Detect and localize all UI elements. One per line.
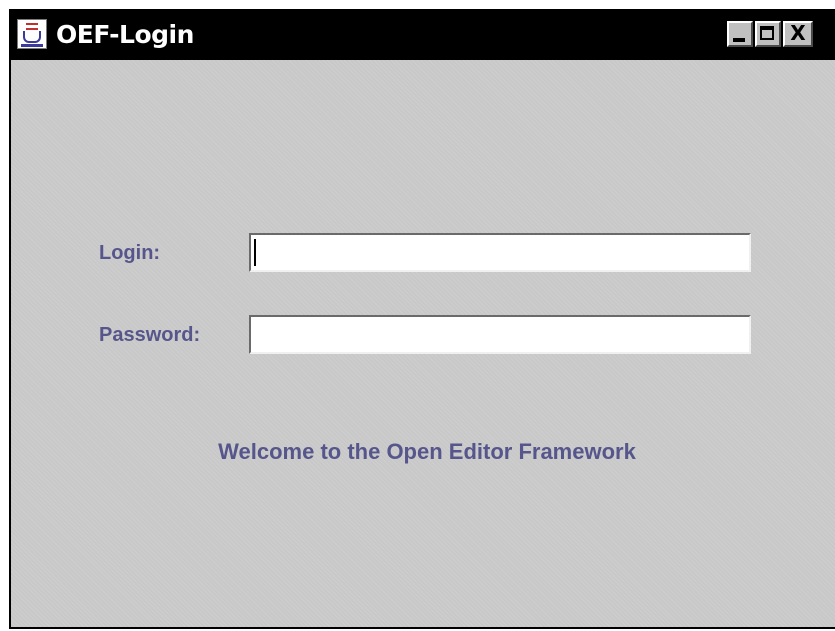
java-coffee-cup-icon[interactable] xyxy=(17,19,47,49)
title-bar[interactable]: OEF-Login X xyxy=(9,9,835,60)
saucer-shape xyxy=(21,44,43,47)
minimize-button[interactable] xyxy=(727,21,753,47)
password-label: Password: xyxy=(99,324,201,346)
maximize-button[interactable] xyxy=(755,21,781,47)
close-icon: X xyxy=(790,21,806,45)
text-caret xyxy=(254,239,256,266)
login-window: OEF-Login X Login: Password: Welcome to … xyxy=(9,9,835,629)
password-input[interactable] xyxy=(249,315,751,354)
window-bottom-border xyxy=(9,627,835,629)
window-title: OEF-Login xyxy=(56,20,194,49)
close-button[interactable]: X xyxy=(783,21,813,47)
login-input[interactable] xyxy=(249,233,751,272)
login-panel: Login: Password: Welcome to the Open Edi… xyxy=(11,60,835,627)
steam-shape xyxy=(26,23,38,30)
minimize-icon xyxy=(733,38,745,42)
login-label: Login: xyxy=(99,242,161,264)
maximize-icon xyxy=(760,26,774,40)
cup-shape xyxy=(23,31,41,43)
welcome-message: Welcome to the Open Editor Framework xyxy=(218,439,636,464)
